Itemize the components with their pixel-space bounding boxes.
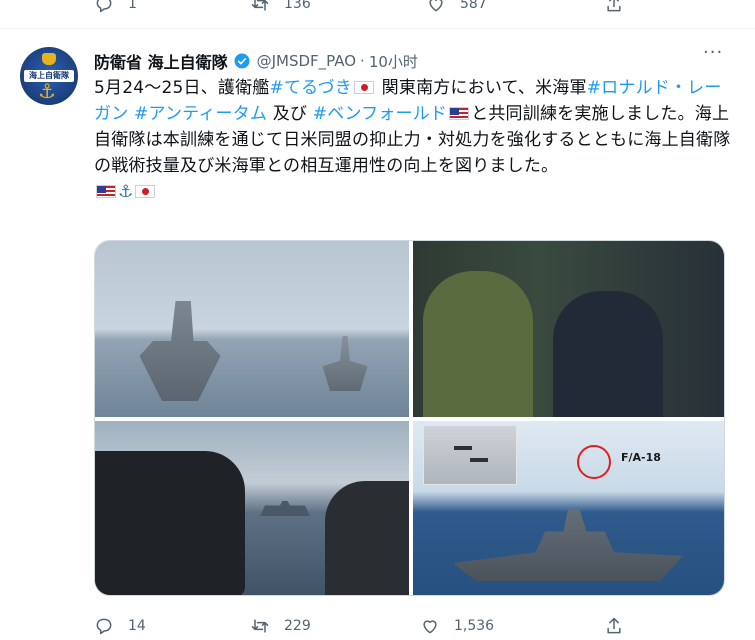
hashtag-link[interactable]: #てるづき	[269, 78, 352, 98]
text-segment: 関東南方において、米海軍	[381, 78, 587, 98]
reply-button[interactable]: 14	[94, 616, 146, 636]
share-icon	[607, 0, 621, 12]
anchor-icon: ⚓	[118, 182, 134, 202]
crown-emblem	[42, 53, 56, 65]
more-options-icon[interactable]: ···	[703, 44, 729, 66]
separator: ·	[360, 52, 365, 70]
us-flag-icon	[96, 185, 116, 198]
tweet-divider	[0, 28, 755, 29]
like-button[interactable]: 587	[426, 0, 487, 14]
reply-icon	[96, 0, 112, 13]
hashtag-link[interactable]: #アンティータム	[134, 104, 267, 124]
retweet-count: 229	[284, 618, 311, 634]
retweet-icon	[251, 0, 269, 11]
reply-icon	[96, 618, 112, 635]
share-button[interactable]	[604, 616, 624, 636]
us-flag-icon	[449, 107, 470, 120]
text-segment: 及び	[272, 104, 308, 124]
photo-binoculars-deck[interactable]	[95, 421, 409, 595]
photo-ships-at-sea[interactable]	[95, 241, 409, 417]
timestamp[interactable]: 10小时	[369, 51, 418, 72]
like-count: 587	[460, 0, 487, 12]
display-name[interactable]: 防衛省 海上自衛隊	[94, 49, 228, 73]
japan-flag-icon	[135, 185, 156, 198]
aircraft-label: F/A-18	[621, 451, 661, 464]
avatar[interactable]: 海上自衛隊 ⚓	[20, 47, 78, 105]
like-count: 1,536	[454, 618, 495, 634]
hashtag-link[interactable]: #ベンフォールド	[313, 104, 447, 124]
heart-icon	[429, 0, 443, 12]
retweet-count: 136	[284, 0, 311, 12]
anchor-icon: ⚓	[38, 79, 56, 103]
share-icon	[607, 617, 621, 634]
user-handle[interactable]: @JMSDF_PAO	[257, 52, 356, 70]
photo-bridge-crew[interactable]	[413, 241, 724, 417]
like-button[interactable]: 1,536	[420, 616, 494, 636]
aircraft-highlight-circle	[577, 445, 611, 479]
tweet-header: 防衛省 海上自衛隊 @JMSDF_PAO · 10小时	[94, 49, 418, 73]
heart-icon	[423, 620, 437, 634]
tweet-actions: 14 229 1,536	[94, 612, 734, 640]
retweet-button[interactable]: 136	[250, 0, 311, 14]
japan-flag-icon	[354, 81, 375, 94]
previous-tweet-actions: 1 136 587	[0, 0, 755, 22]
retweet-icon	[251, 619, 269, 633]
reply-button[interactable]: 1	[94, 0, 137, 14]
reply-count: 1	[128, 0, 137, 12]
tweet-text: 5月24～25日、護衛艦#てるづき 関東南方において、米海軍#ロナルド・レーガン…	[94, 75, 734, 205]
photo-destroyer-aircraft[interactable]: F/A-18	[413, 421, 724, 595]
media-grid: F/A-18	[94, 240, 725, 596]
aircraft-inset	[423, 425, 517, 485]
text-segment: 5月24～25日、護衛艦	[94, 78, 270, 98]
share-button[interactable]	[604, 0, 624, 14]
verified-badge-icon	[234, 53, 250, 69]
reply-count: 14	[128, 618, 146, 634]
retweet-button[interactable]: 229	[250, 616, 311, 636]
